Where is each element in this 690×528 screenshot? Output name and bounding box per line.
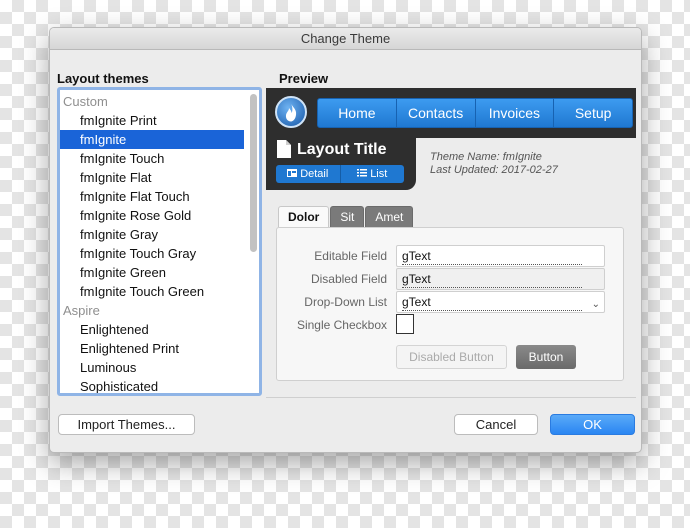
- nav-invoices[interactable]: Invoices: [476, 99, 555, 127]
- theme-list-item[interactable]: fmIgnite Touch Gray: [60, 244, 244, 263]
- checkbox-label: Single Checkbox: [296, 318, 387, 332]
- dropdown-label: Drop-Down List: [304, 295, 387, 309]
- theme-group-header: Aspire: [63, 303, 100, 318]
- preview-divider: [266, 397, 636, 398]
- nav-setup[interactable]: Setup: [554, 99, 632, 127]
- document-icon: [277, 140, 291, 161]
- layout-title-panel: Layout Title Detail List: [266, 138, 416, 190]
- preview-label: Preview: [279, 71, 329, 86]
- tab-panel: Editable Field gText Disabled Field gTex…: [276, 227, 624, 381]
- single-checkbox[interactable]: [396, 314, 414, 334]
- theme-name: Theme Name: fmIgnite: [430, 151, 542, 163]
- theme-list-item[interactable]: Sophisticated: [60, 377, 244, 393]
- detail-view-button[interactable]: Detail: [276, 165, 341, 183]
- theme-list-item[interactable]: fmIgnite Touch Green: [60, 282, 244, 301]
- dialog-title: Change Theme: [50, 28, 641, 50]
- disabled-field-label: Disabled Field: [310, 272, 387, 286]
- theme-list-item[interactable]: fmIgnite Flat: [60, 168, 244, 187]
- list-view-button[interactable]: List: [341, 165, 405, 183]
- dropdown-list[interactable]: gText ⌄: [396, 291, 605, 313]
- disabled-button: Disabled Button: [396, 345, 507, 369]
- import-themes-button[interactable]: Import Themes...: [58, 414, 195, 435]
- theme-list-item[interactable]: fmIgnite Print: [60, 111, 244, 130]
- theme-list-item[interactable]: Luminous: [60, 358, 244, 377]
- preview-tabs: Dolor Sit Amet: [278, 206, 414, 227]
- theme-preview: Home Contacts Invoices Setup Layout Titl…: [266, 88, 636, 394]
- disabled-field: gText: [396, 268, 605, 290]
- layout-title: Layout Title: [297, 141, 387, 158]
- editable-field-value: gText: [402, 248, 582, 265]
- theme-list-item[interactable]: fmIgnite Touch: [60, 149, 244, 168]
- nav-contacts[interactable]: Contacts: [397, 99, 476, 127]
- checkbox-row: Single Checkbox: [277, 314, 625, 336]
- theme-info: Theme Name: fmIgnite Last Updated: 2017-…: [430, 151, 558, 177]
- tab-amet[interactable]: Amet: [365, 206, 414, 227]
- disabled-field-row: Disabled Field gText: [277, 268, 625, 290]
- theme-list-item[interactable]: fmIgnite Flat Touch: [60, 187, 244, 206]
- ok-button[interactable]: OK: [550, 414, 635, 435]
- preview-header: Home Contacts Invoices Setup: [266, 88, 636, 138]
- detail-label: Detail: [300, 168, 329, 180]
- list-view-icon: [357, 165, 368, 183]
- list-label: List: [370, 168, 388, 180]
- editable-field-row: Editable Field gText: [277, 245, 625, 267]
- dropdown-value: gText: [402, 294, 582, 311]
- theme-list-item[interactable]: Enlightened Print: [60, 339, 244, 358]
- tab-dolor[interactable]: Dolor: [278, 206, 330, 227]
- form-view-icon: [287, 165, 298, 183]
- theme-list-item[interactable]: fmIgnite: [60, 130, 244, 149]
- dropdown-row: Drop-Down List gText ⌄: [277, 291, 625, 313]
- disabled-field-value: gText: [402, 271, 582, 288]
- last-updated: Last Updated: 2017-02-27: [430, 164, 558, 176]
- themes-scrollbar[interactable]: [250, 94, 257, 252]
- theme-list-item[interactable]: fmIgnite Green: [60, 263, 244, 282]
- tab-sit[interactable]: Sit: [330, 206, 365, 227]
- theme-list-item[interactable]: Enlightened: [60, 320, 244, 339]
- layout-themes-label: Layout themes: [57, 71, 149, 86]
- preview-nav-bar: Home Contacts Invoices Setup: [317, 98, 633, 128]
- flame-logo-icon: [275, 96, 307, 128]
- editable-field-label: Editable Field: [314, 249, 387, 263]
- theme-list-item[interactable]: fmIgnite Rose Gold: [60, 206, 244, 225]
- nav-home[interactable]: Home: [318, 99, 397, 127]
- cancel-button[interactable]: Cancel: [454, 414, 538, 435]
- change-theme-dialog: Change Theme Layout themes Preview Custo…: [49, 27, 642, 453]
- theme-list-item[interactable]: fmIgnite Gray: [60, 225, 244, 244]
- editable-field[interactable]: gText: [396, 245, 605, 267]
- chevron-down-icon[interactable]: ⌄: [592, 295, 600, 315]
- themes-list[interactable]: Custom fmIgnite Print fmIgnite fmIgnite Tou…: [57, 87, 262, 396]
- theme-group-header: Custom: [63, 94, 108, 109]
- view-segmented-control: Detail List: [276, 165, 404, 183]
- preview-button[interactable]: Button: [516, 345, 576, 369]
